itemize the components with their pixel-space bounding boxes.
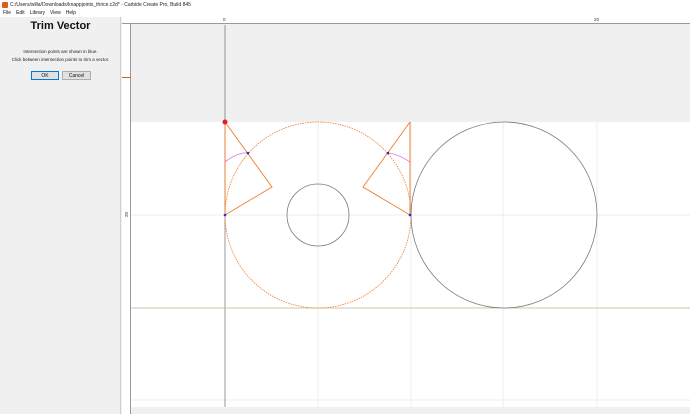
left-ruler-cursor-marker	[122, 77, 131, 78]
left-ruler-label-20: 20	[124, 211, 130, 218]
menu-edit[interactable]: Edit	[16, 10, 25, 16]
selection-marker	[222, 119, 228, 125]
top-ruler-label-0: 0	[223, 17, 226, 22]
menu-file[interactable]: File	[3, 10, 11, 16]
menu-library[interactable]: Library	[30, 10, 45, 16]
ok-button[interactable]: OK	[31, 71, 59, 80]
top-ruler: 0 20	[122, 17, 690, 24]
menu-bar: File Edit Library View Help	[0, 9, 690, 17]
trim-vector-panel: Trim Vector Intersection points are show…	[0, 17, 121, 414]
intersection-point	[223, 213, 227, 217]
instruction-intersections: Intersection points are shown in blue.	[23, 49, 98, 54]
menu-help[interactable]: Help	[66, 10, 76, 16]
title-bar: C:/Users/willa/Downloads/knappjoints_thr…	[0, 0, 690, 9]
window-title: C:/Users/willa/Downloads/knappjoints_thr…	[10, 1, 191, 8]
intersection-point	[386, 151, 390, 155]
design-canvas[interactable]	[131, 25, 690, 414]
panel-title: Trim Vector	[30, 20, 91, 32]
cancel-button[interactable]: Cancel	[62, 71, 91, 80]
top-ruler-label-20: 20	[594, 17, 600, 22]
intersection-point	[408, 213, 412, 217]
instruction-click: Click between intersection points to tri…	[11, 57, 110, 62]
app-icon	[2, 1, 8, 8]
intersection-point	[246, 151, 250, 155]
menu-view[interactable]: View	[50, 10, 61, 16]
stock-area	[131, 122, 690, 407]
left-ruler: 20	[122, 24, 131, 414]
